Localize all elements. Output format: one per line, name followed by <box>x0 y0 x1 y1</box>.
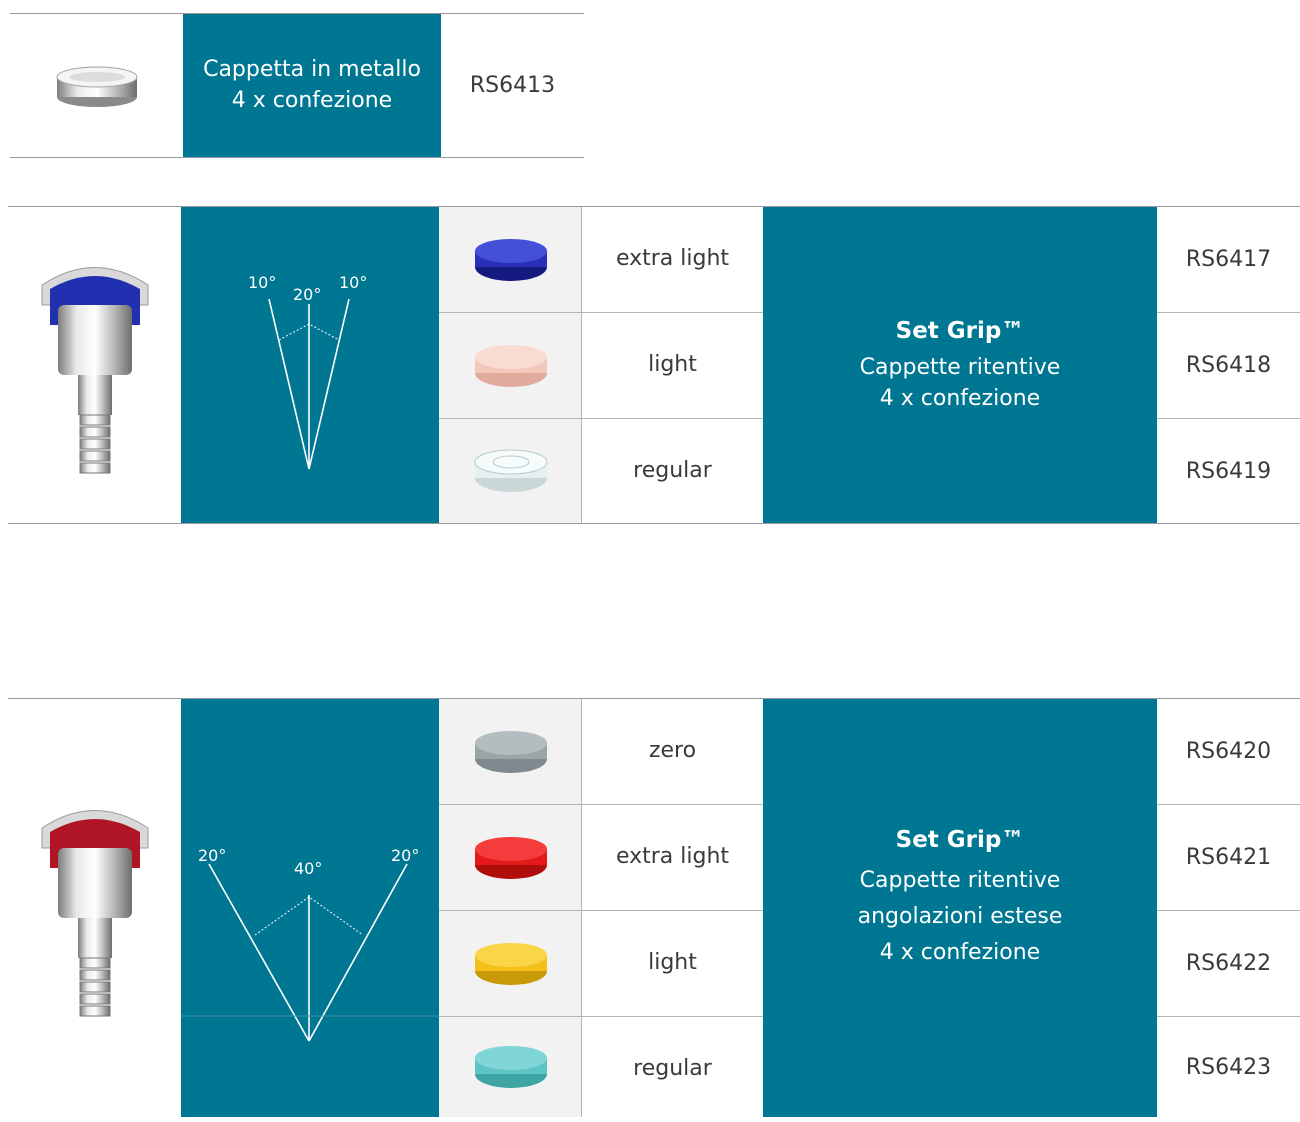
angle-center-label: 20° <box>293 285 322 304</box>
description-line1: Cappette ritentive <box>859 867 1061 893</box>
product-code-cell: RS6422 <box>1157 911 1300 1016</box>
angle-right-label: 10° <box>339 273 368 292</box>
description-line2: angolazioni estese <box>857 903 1063 929</box>
abutment-blue-image <box>8 207 181 523</box>
cap-image-zero <box>439 699 582 804</box>
cap-label: regular <box>633 1056 712 1082</box>
product-code-cell: RS6419 <box>1157 419 1300 523</box>
cap-image-light <box>439 313 582 418</box>
product-code: RS6418 <box>1185 353 1272 378</box>
table1-product-cell: Cappetta in metallo 4 x confezione <box>183 14 441 157</box>
table2-bottom-border <box>8 523 1300 524</box>
product-code-cell: RS6421 <box>1157 805 1300 910</box>
angle-left-label: 10° <box>248 273 277 292</box>
cap-image-regular <box>439 419 582 523</box>
product-code: RS6413 <box>469 73 556 98</box>
product-code: RS6417 <box>1185 247 1272 272</box>
cap-label: zero <box>648 738 697 764</box>
product-code-cell: RS6418 <box>1157 313 1300 418</box>
angle-left-label: 20° <box>198 846 227 865</box>
cap-label: regular <box>633 457 712 483</box>
cap-label: light <box>648 950 697 976</box>
angle-right-label: 20° <box>391 846 420 865</box>
cap-label-cell: extra light <box>582 207 763 312</box>
metal-cap-image <box>10 14 183 157</box>
product-code: RS6423 <box>1185 1054 1272 1080</box>
product-code: RS6421 <box>1185 845 1272 870</box>
product-code-cell: RS6420 <box>1157 699 1300 804</box>
set-grip-title: Set Grip™ <box>895 827 1025 854</box>
table1-code-cell: RS6413 <box>441 14 584 157</box>
cap-label-cell: light <box>582 911 763 1016</box>
cap-label-cell: zero <box>582 699 763 804</box>
angle-diagram-40: 20° 40° 20° <box>181 699 439 1117</box>
set-grip-description: Set Grip™ Cappette ritentive 4 x confezi… <box>763 207 1157 523</box>
angle-center-label: 40° <box>294 859 323 878</box>
cap-label: extra light <box>615 246 730 272</box>
cap-label-cell: light <box>582 313 763 418</box>
abutment-red-image <box>8 699 181 1117</box>
product-code: RS6420 <box>1185 739 1272 764</box>
product-label-line1: Cappetta in metallo <box>203 56 421 82</box>
cap-label-cell: regular <box>582 1017 763 1122</box>
cap-label: light <box>648 352 697 378</box>
description-line3: 4 x confezione <box>879 940 1041 966</box>
cap-image-light <box>439 911 582 1016</box>
cap-image-extra-light <box>439 207 582 312</box>
cap-label-cell: regular <box>582 419 763 523</box>
product-label-line2: 4 x confezione <box>231 87 393 113</box>
table1-bottom-border <box>10 157 584 158</box>
set-grip-extended-description: Set Grip™ Cappette ritentive angolazioni… <box>763 699 1157 1117</box>
cap-image-regular <box>439 1017 582 1117</box>
product-code: RS6419 <box>1185 458 1272 484</box>
product-code: RS6422 <box>1185 951 1272 976</box>
cap-label: extra light <box>615 844 730 870</box>
cap-image-extra-light <box>439 805 582 910</box>
product-code-cell: RS6423 <box>1157 1017 1300 1117</box>
angle-diagram-20: 10° 20° 10° <box>181 207 439 523</box>
product-code-cell: RS6417 <box>1157 207 1300 312</box>
description-line1: Cappette ritentive <box>859 355 1061 381</box>
set-grip-title: Set Grip™ <box>895 318 1025 345</box>
description-line2: 4 x confezione <box>879 386 1041 412</box>
cap-label-cell: extra light <box>582 805 763 910</box>
